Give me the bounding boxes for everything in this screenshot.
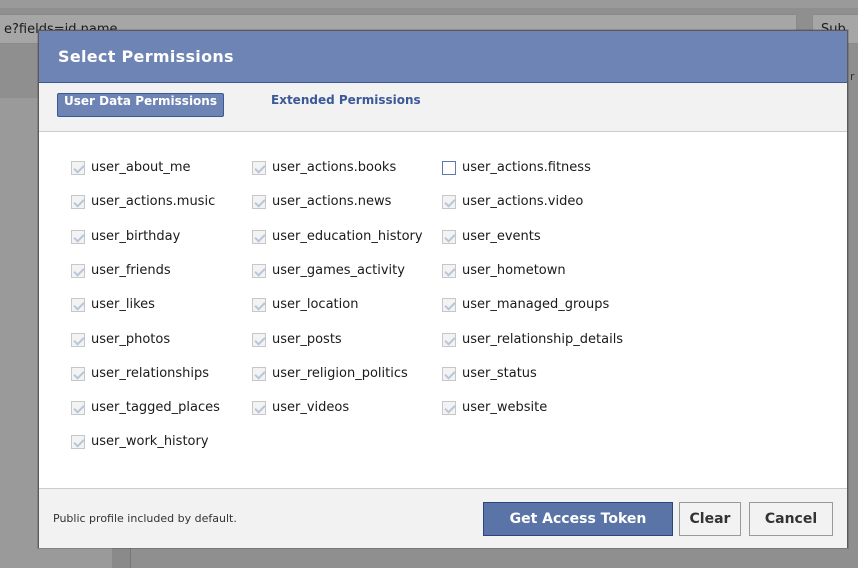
permission-checkbox[interactable] [71, 195, 85, 209]
permission-label: user_relationships [91, 366, 210, 381]
permission-label: user_actions.video [462, 194, 584, 209]
permission-label: user_events [462, 229, 541, 244]
permission-checkbox[interactable] [71, 435, 85, 449]
permission-checkbox[interactable] [252, 230, 266, 244]
permission-checkbox[interactable] [252, 367, 266, 381]
permission-checkbox[interactable] [71, 298, 85, 312]
permission-checkbox[interactable] [252, 161, 266, 175]
permission-checkbox[interactable] [442, 298, 456, 312]
permission-label: user_website [462, 400, 548, 415]
permission-checkbox[interactable] [252, 401, 266, 415]
footer-note: Public profile included by default. [53, 512, 237, 525]
permission-label: user_religion_politics [272, 366, 408, 381]
permission-checkbox[interactable] [442, 264, 456, 278]
permission-checkbox[interactable] [252, 195, 266, 209]
dialog-footer: Public profile included by default. Get … [39, 488, 847, 548]
permission-checkbox[interactable] [442, 401, 456, 415]
permission-label: user_actions.news [272, 194, 392, 209]
permission-checkbox[interactable] [252, 333, 266, 347]
permission-checkbox[interactable] [252, 264, 266, 278]
permission-checkbox[interactable] [252, 298, 266, 312]
permission-label: user_friends [91, 263, 171, 278]
permission-checkbox[interactable] [71, 333, 85, 347]
permission-label: user_hometown [462, 263, 566, 278]
select-permissions-dialog: Select Permissions User Data Permissions… [38, 30, 848, 548]
permission-label: user_videos [272, 400, 350, 415]
permission-checkbox[interactable] [71, 264, 85, 278]
clear-button[interactable]: Clear [679, 502, 741, 536]
permission-checkbox[interactable] [442, 161, 456, 175]
permission-label: user_education_history [272, 229, 423, 244]
permission-checkbox[interactable] [71, 401, 85, 415]
permission-label: user_tagged_places [91, 400, 220, 415]
permission-label: user_likes [91, 297, 155, 312]
permission-label: user_actions.music [91, 194, 216, 209]
permission-label: user_about_me [91, 160, 191, 175]
permission-label: user_status [462, 366, 537, 381]
permission-label: user_relationship_details [462, 332, 624, 347]
permission-checkbox[interactable] [442, 195, 456, 209]
permission-checkbox[interactable] [71, 367, 85, 381]
permission-label: user_location [272, 297, 359, 312]
permission-checkbox[interactable] [442, 367, 456, 381]
permission-label: user_posts [272, 332, 342, 347]
dialog-title: Select Permissions [58, 47, 234, 66]
dialog-header: Select Permissions [39, 31, 847, 83]
get-access-token-button[interactable]: Get Access Token [483, 502, 673, 536]
cancel-button[interactable]: Cancel [749, 502, 833, 536]
permission-checkbox[interactable] [71, 161, 85, 175]
permission-label: user_actions.books [272, 160, 397, 175]
permission-label: user_actions.fitness [462, 160, 591, 175]
background-toolbar [0, 0, 858, 8]
permission-label: user_games_activity [272, 263, 405, 278]
tab-user-data-permissions[interactable]: User Data Permissions [57, 93, 224, 117]
permission-label: user_birthday [91, 229, 181, 244]
permission-checkbox[interactable] [71, 230, 85, 244]
permission-label: user_managed_groups [462, 297, 610, 312]
permission-label: user_work_history [91, 434, 209, 449]
background-sliver-text: r [850, 70, 855, 83]
permission-tabs: User Data Permissions Extended Permissio… [39, 83, 847, 132]
permission-checkbox[interactable] [442, 230, 456, 244]
permission-label: user_photos [91, 332, 171, 347]
tab-extended-permissions[interactable]: Extended Permissions [265, 93, 427, 115]
permission-checkbox[interactable] [442, 333, 456, 347]
permissions-grid: user_about_me user_actions.music user_birt… [39, 132, 847, 488]
